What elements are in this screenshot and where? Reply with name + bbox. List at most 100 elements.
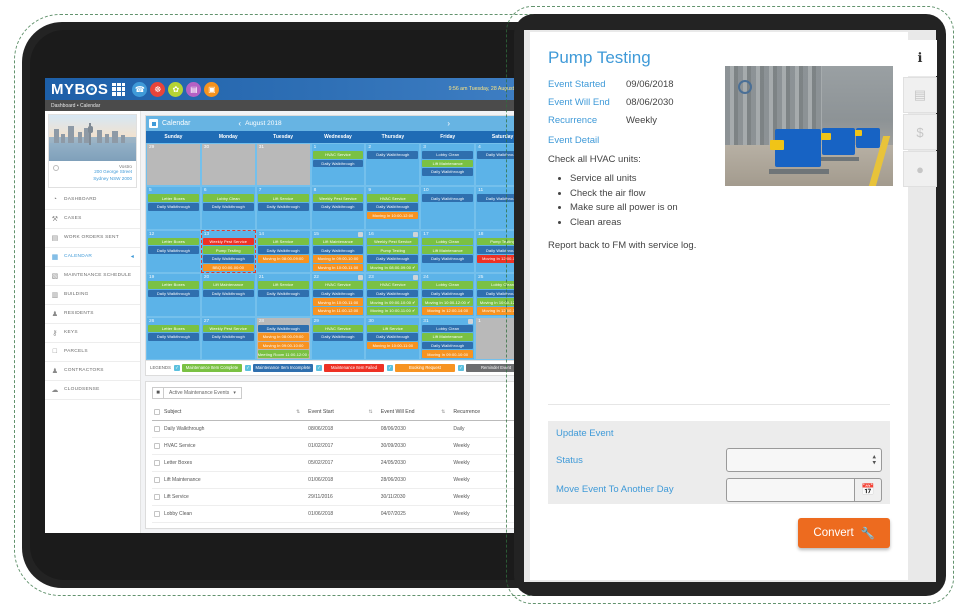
sidebar-item-cloudsense[interactable]: ☁ CLOUDSENSE bbox=[45, 381, 140, 400]
table-row[interactable]: Daily Walkthrough 08/06/2018 08/06/2030 Dai… bbox=[152, 420, 524, 438]
move-date-input[interactable] bbox=[726, 477, 854, 502]
calendar-day[interactable]: 31 bbox=[255, 143, 311, 187]
calendar-event[interactable]: Lobby Clean bbox=[422, 324, 474, 333]
calendar-event[interactable]: Lift Maintenance bbox=[422, 159, 474, 168]
calendar-day[interactable]: 12 Letter Boxes Daily Walkthrough bbox=[146, 229, 201, 274]
calendar-event[interactable]: Moving In 10:00-11:00 bbox=[312, 298, 364, 306]
select-all-header[interactable] bbox=[152, 403, 162, 421]
calendar-day[interactable]: 27 Weekly Pest Service Daily Walkthrough bbox=[200, 316, 256, 360]
calendar-event[interactable]: BBQ 00:00-00:00 bbox=[202, 263, 254, 272]
calendar-event[interactable]: Moving In 10:00-12:00 ✔ bbox=[422, 298, 474, 306]
calendar-day[interactable]: 9 HVAC Service Daily Walkthrough Moving In … bbox=[365, 186, 421, 230]
sort-icon[interactable]: ⇅ bbox=[369, 409, 373, 415]
calendar-picker-icon[interactable]: 📅 bbox=[854, 477, 882, 502]
row-checkbox-cell[interactable] bbox=[152, 471, 162, 489]
calendar-day[interactable]: 31 Lobby Clean Lift Maintenance Daily Walkt… bbox=[420, 316, 476, 360]
calendar-event[interactable]: Daily Walkthrough bbox=[422, 194, 474, 202]
calendar-event[interactable]: Daily Walkthrough bbox=[422, 254, 474, 263]
calendar-day[interactable]: 26 Letter Boxes Daily Walkthrough bbox=[146, 316, 201, 360]
calendar-day[interactable]: 3 Lobby Clean Lift Maintenance Daily Walkth… bbox=[420, 143, 476, 187]
convert-button[interactable]: Convert 🔧 bbox=[798, 518, 890, 548]
calendar-event[interactable]: Moving In 09:00-10:00 bbox=[312, 254, 364, 263]
calendar-event[interactable]: Daily Walkthrough bbox=[257, 246, 309, 254]
select-all-checkbox[interactable] bbox=[154, 408, 160, 415]
comment-icon[interactable]: ● bbox=[903, 151, 937, 187]
calendar-event[interactable]: HVAC Service bbox=[312, 324, 364, 333]
legend-chip[interactable]: ✓ Maintenance Item Incomplete bbox=[244, 363, 313, 372]
calendar-event[interactable]: Daily Walkthrough bbox=[367, 151, 419, 159]
calendar-event[interactable]: Lift Maintenance bbox=[422, 246, 474, 254]
sidebar-item-maintenance-schedule[interactable]: ▧ MAINTENANCE SCHEDULE bbox=[45, 267, 140, 286]
calendar-event[interactable]: Lift Maintenance bbox=[202, 281, 254, 289]
calendar-event[interactable]: Daily Walkthrough bbox=[202, 289, 254, 298]
row-checkbox[interactable] bbox=[154, 425, 160, 432]
sidebar-item-cases[interactable]: ⚒ CASES bbox=[45, 210, 140, 229]
calendar-event[interactable]: Moving In 09:00-10:00 ✔ bbox=[367, 298, 419, 306]
calendar-day[interactable]: 30 bbox=[200, 143, 256, 187]
calendar-event[interactable]: Daily Walkthrough bbox=[367, 333, 419, 341]
calendar-event[interactable]: Daily Walkthrough bbox=[312, 246, 364, 254]
sidebar-item-building[interactable]: ▥ BUILDING bbox=[45, 286, 140, 305]
calendar-event[interactable]: Moving In 09:00-10:00 bbox=[422, 350, 474, 358]
calendar-day[interactable]: 30 Lift Service Daily Walkthrough Moving In… bbox=[365, 316, 421, 360]
calendar-day[interactable]: 17 Lobby Clean Lift Maintenance Daily Walkt… bbox=[420, 229, 476, 274]
calendar-day[interactable]: 20 Lift Maintenance Daily Walkthrough bbox=[200, 273, 256, 317]
next-month-button[interactable]: › bbox=[443, 119, 454, 128]
status-select[interactable] bbox=[726, 448, 882, 472]
calendar-day[interactable]: 5 Letter Boxes Daily Walkthrough bbox=[146, 186, 201, 230]
row-checkbox[interactable] bbox=[154, 493, 160, 500]
calendar-event[interactable]: Daily Walkthrough bbox=[148, 289, 199, 298]
document-icon[interactable]: ▤ bbox=[903, 77, 937, 113]
sidebar-item-dashboard[interactable]: ◔ DASHBOARD bbox=[45, 191, 140, 210]
calendar-day[interactable]: 16 Weekly Pest Service Pump Testing Daily W… bbox=[365, 229, 421, 274]
phone-icon[interactable]: ☎ bbox=[132, 81, 148, 97]
calendar-event[interactable]: Moving In 10:00-12:00 bbox=[367, 211, 419, 220]
sidebar-item-residents[interactable]: ♟ RESIDENTS bbox=[45, 305, 140, 324]
calendar-event[interactable]: Pump Testing bbox=[367, 246, 419, 254]
calendar-event[interactable]: Daily Walkthrough bbox=[367, 289, 419, 298]
calendar-day[interactable]: 8 Weekly Pest Service Daily Walkthrough bbox=[310, 186, 366, 230]
calendar-day[interactable]: 1 HVAC Service Daily Walkthrough bbox=[310, 143, 366, 187]
table-row[interactable]: Letter Boxes 05/02/2017 24/05/2030 Weekly bbox=[152, 454, 524, 472]
calendar-day[interactable]: 29 bbox=[146, 143, 201, 187]
row-checkbox-cell[interactable] bbox=[152, 437, 162, 455]
sort-icon[interactable]: ⇅ bbox=[441, 409, 445, 415]
calendar-event[interactable]: Daily Walkthrough bbox=[257, 324, 309, 333]
calendar-event[interactable]: Daily Walkthrough bbox=[202, 333, 254, 341]
calendar-day[interactable]: 21 Lift Service Daily Walkthrough bbox=[255, 273, 311, 317]
prev-month-button[interactable]: ‹ bbox=[234, 119, 245, 128]
calendar-day[interactable]: 15 Lift Maintenance Daily Walkthrough Movin… bbox=[310, 229, 366, 274]
calendar-event[interactable]: HVAC Service bbox=[367, 281, 419, 289]
calendar-event[interactable]: Moving In 09:00-10:00 bbox=[257, 341, 309, 350]
calendar-event[interactable]: Moving In 08:00-09:00 bbox=[257, 333, 309, 341]
calendar-event[interactable]: Daily Walkthrough bbox=[367, 254, 419, 263]
row-checkbox-cell[interactable] bbox=[152, 420, 162, 438]
calendar-event[interactable]: Lobby Clean bbox=[422, 237, 474, 246]
calendar-event[interactable]: Daily Walkthrough bbox=[312, 333, 364, 341]
calendar-event[interactable]: Letter Boxes bbox=[148, 324, 199, 333]
calendar-event[interactable]: Lift Service bbox=[367, 324, 419, 333]
info-icon[interactable]: ℹ bbox=[903, 40, 937, 76]
row-checkbox-cell[interactable] bbox=[152, 488, 162, 506]
calendar-day[interactable]: 24 Lobby Clean Daily Walkthrough Moving In … bbox=[420, 273, 476, 317]
column-header-subject[interactable]: Subject ⇅ bbox=[162, 403, 307, 421]
table-row[interactable]: Lift Maintenance 01/06/2018 28/06/2030 Week… bbox=[152, 471, 524, 489]
sidebar-item-work-orders-sent[interactable]: ▤ WORK ORDERS SENT bbox=[45, 229, 140, 248]
calendar-event[interactable]: Daily Walkthrough bbox=[148, 246, 199, 254]
calendar-event[interactable]: Moving In 08:00-09:00 ✔ bbox=[367, 263, 419, 272]
id-card-icon[interactable]: ▤ bbox=[186, 81, 202, 97]
calendar-event[interactable]: Daily Walkthrough bbox=[422, 341, 474, 350]
calendar-event[interactable]: Daily Walkthrough bbox=[422, 168, 474, 176]
calendar-event[interactable]: Meeting Room 11:00-12:00 ✔ bbox=[257, 350, 309, 358]
calendar-event[interactable]: Daily Walkthrough bbox=[312, 289, 364, 298]
calendar-day[interactable]: 29 HVAC Service Daily Walkthrough bbox=[310, 316, 366, 360]
table-row[interactable]: Lift Service 29/11/2016 30/11/2030 Weekly bbox=[152, 488, 524, 506]
table-row[interactable]: Lobby Clean 01/06/2018 04/07/2025 Weekly bbox=[152, 505, 524, 523]
calendar-event[interactable]: HVAC Service bbox=[367, 194, 419, 202]
checkbox-icon[interactable]: ✓ bbox=[173, 364, 180, 371]
row-checkbox-cell[interactable] bbox=[152, 505, 162, 523]
sidebar-item-keys[interactable]: ⚷ KEYS bbox=[45, 324, 140, 343]
calendar-day[interactable]: 6 Lobby Clean Daily Walkthrough bbox=[200, 186, 256, 230]
calendar-event[interactable]: Moving In 12:00-14:00 bbox=[422, 306, 474, 315]
sidebar-item-contractors[interactable]: ♟ CONTRACTORS bbox=[45, 362, 140, 381]
